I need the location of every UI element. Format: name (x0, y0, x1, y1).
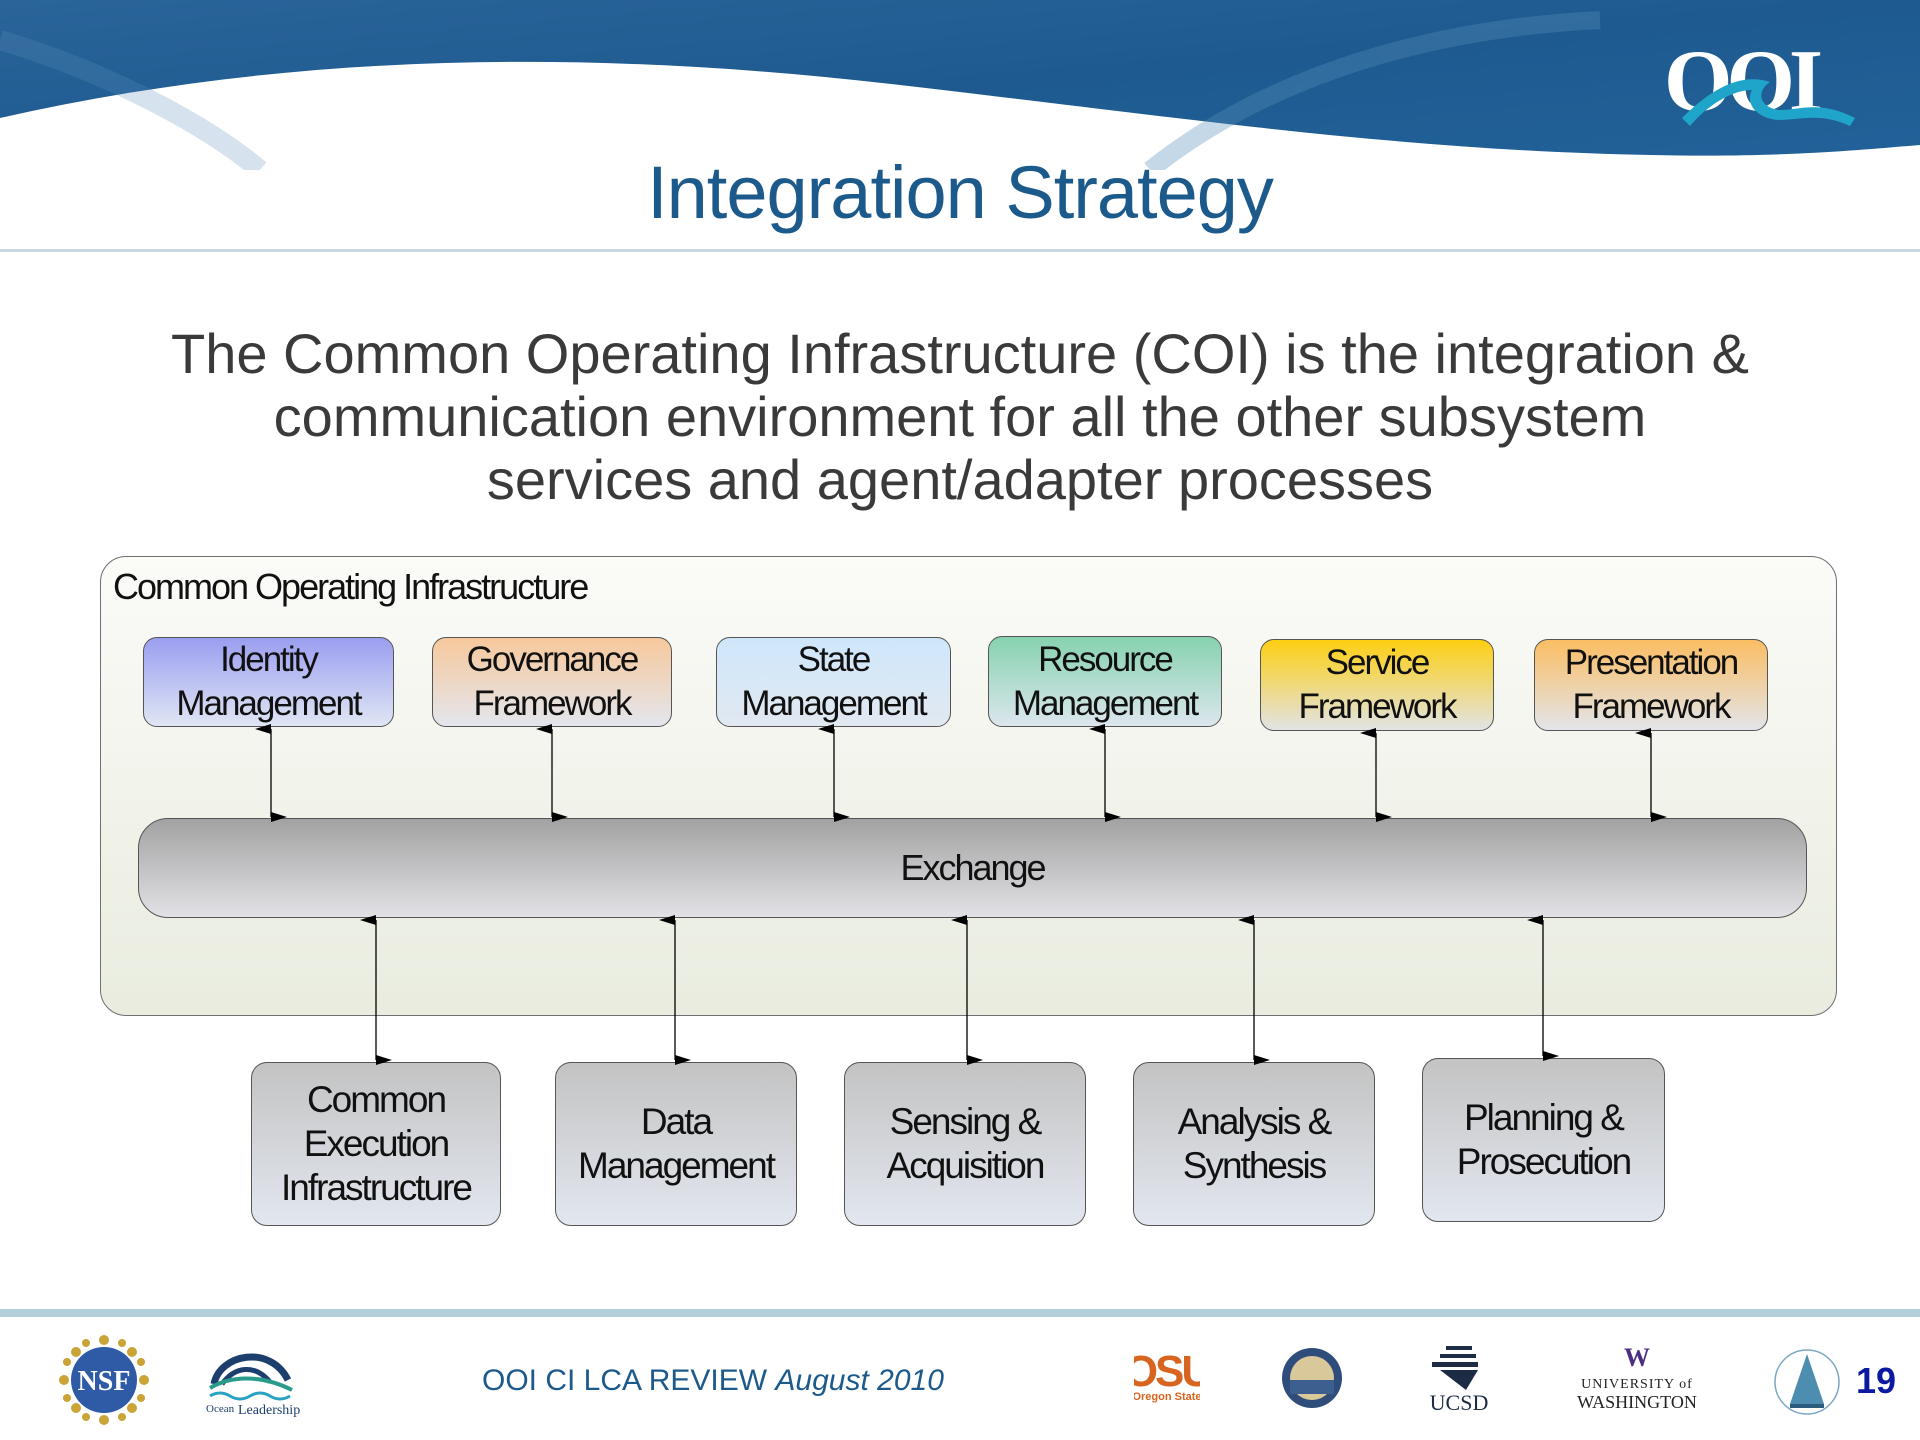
coi-container-label: Common Operating Infrastructure (113, 566, 589, 607)
subsystem-line: Acquisition (886, 1145, 1046, 1186)
service-line-1: State (797, 640, 872, 679)
ucsd-text: UCSD (1430, 1390, 1489, 1412)
service-line-1: Resource (1038, 639, 1174, 679)
osu-logo: OSU Oregon State (1134, 1347, 1200, 1403)
ocean-leadership-logo: Ocean Leadership (206, 1353, 300, 1418)
service-line-2: Framework (1298, 687, 1457, 726)
service-line-2: Framework (1572, 687, 1731, 726)
subsystem-line: Management (578, 1145, 776, 1186)
subsystem-line: Sensing & (889, 1101, 1043, 1142)
subsystem-line: Synthesis (1182, 1145, 1327, 1186)
osu-sub-text: Oregon State (1134, 1391, 1200, 1403)
service-service-framework[interactable]: Service Framework (1260, 639, 1494, 731)
uw-logo: W UNIVERSITY of WASHINGTON (1577, 1344, 1697, 1412)
intro-line-1: The Common Operating Infrastructure (COI… (171, 322, 1749, 385)
nsf-logo-text: NSF (78, 1366, 131, 1397)
scripps-seal-logo (1282, 1348, 1342, 1408)
service-line-1: Presentation (1564, 643, 1740, 682)
subsystem-line: Data (640, 1101, 713, 1142)
intro-line-3: services and agent/adapter processes (486, 448, 1434, 511)
service-line-1: Governance (466, 640, 640, 679)
subsystem-line: Infrastructure (281, 1167, 473, 1208)
footer-review-text: OOI CI LCA REVIEW August 2010 (482, 1364, 944, 1398)
service-line-1: Identity (220, 640, 319, 679)
ucsd-logo: UCSD (1430, 1346, 1489, 1412)
service-line-2: Framework (473, 684, 632, 723)
coi-container (100, 556, 1837, 1016)
ol-text-1: Ocean (206, 1403, 235, 1415)
subsystem-line: Analysis & (1177, 1101, 1333, 1142)
service-presentation-framework[interactable]: Presentation Framework (1534, 639, 1768, 731)
service-resource-management[interactable]: Resource Management (988, 636, 1222, 727)
subsystem-line: Prosecution (1456, 1141, 1632, 1182)
service-identity-management[interactable]: Identity Management (143, 637, 394, 727)
service-state-management[interactable]: State Management (716, 637, 951, 727)
ooi-logo: OOI (1664, 33, 1855, 130)
exchange-bus[interactable]: Exchange (138, 818, 1807, 918)
subsystem-sensing-acquisition[interactable]: Sensing & Acquisition (844, 1062, 1086, 1226)
subsystem-common-execution-infrastructure[interactable]: Common Execution Infrastructure (251, 1062, 501, 1226)
uw-text-2: WASHINGTON (1577, 1392, 1697, 1412)
page-title: Integration Strategy (647, 151, 1274, 234)
subsystem-planning-prosecution[interactable]: Planning & Prosecution (1422, 1058, 1665, 1222)
page-number: 19 (1856, 1360, 1897, 1401)
service-line-1: Service (1325, 643, 1431, 682)
subsystem-line: Common (306, 1079, 447, 1120)
osu-text: OSU (1134, 1347, 1200, 1396)
review-label: OOI CI LCA REVIEW (482, 1364, 768, 1397)
uw-w: W (1624, 1344, 1650, 1372)
service-line-2: Management (1012, 683, 1199, 723)
service-line-2: Management (741, 684, 927, 723)
subsystem-line: Planning & (1464, 1097, 1625, 1138)
service-line-2: Management (176, 684, 362, 723)
subsystem-analysis-synthesis[interactable]: Analysis & Synthesis (1133, 1062, 1375, 1226)
service-governance-framework[interactable]: Governance Framework (432, 637, 672, 727)
review-date: August 2010 (775, 1364, 944, 1397)
footer-divider (0, 1309, 1920, 1317)
subsystem-line: Execution (303, 1123, 450, 1164)
subsystem-data-management[interactable]: Data Management (555, 1062, 797, 1226)
uw-text-1: UNIVERSITY of (1581, 1377, 1693, 1392)
whoi-logo (1774, 1349, 1840, 1415)
header-banner (0, 0, 1920, 170)
intro-line-2: communication environment for all the ot… (273, 385, 1647, 448)
title-divider (0, 249, 1920, 252)
nsf-logo: NSF (59, 1335, 149, 1425)
exchange-label: Exchange (900, 847, 1046, 888)
ol-text-2: Leadership (238, 1403, 300, 1418)
